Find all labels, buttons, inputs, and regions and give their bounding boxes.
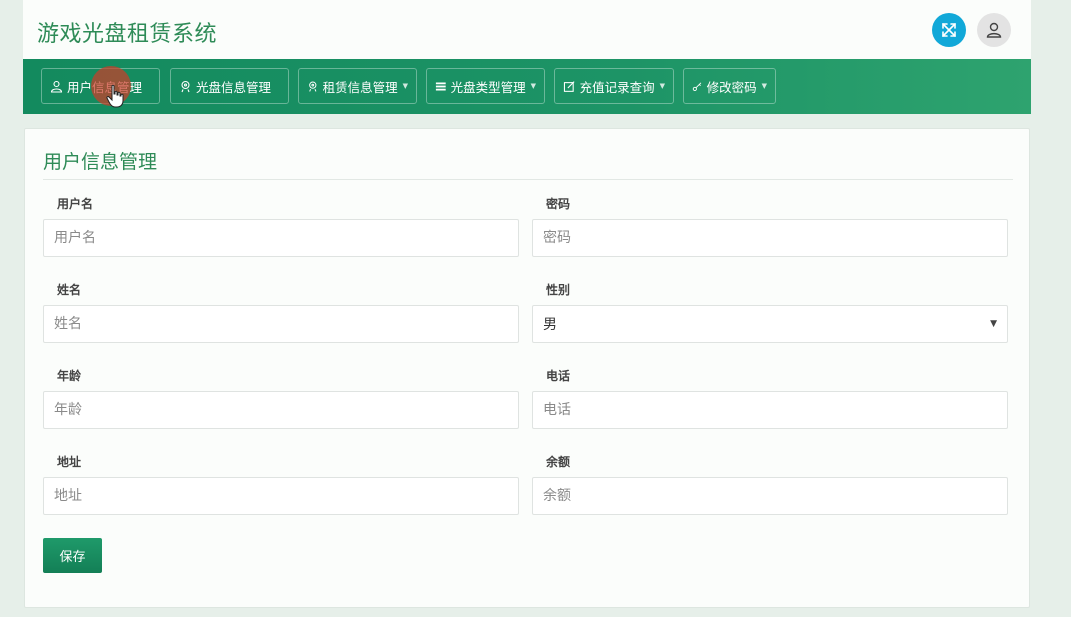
nav-item-label: 充值记录查询 bbox=[579, 79, 655, 95]
address-label: 地址 bbox=[57, 455, 82, 469]
username-input[interactable] bbox=[43, 219, 519, 257]
name-input[interactable] bbox=[43, 305, 519, 343]
key-icon bbox=[692, 82, 702, 91]
chevron-down-icon: ▼ bbox=[659, 82, 665, 90]
app-shell: 游戏光盘租赁系统 用户信息管理 bbox=[23, 0, 1031, 617]
balance-input[interactable] bbox=[532, 477, 1008, 515]
age-input[interactable] bbox=[43, 391, 519, 429]
balance-label: 余额 bbox=[546, 455, 571, 469]
password-label: 密码 bbox=[546, 197, 571, 211]
nav-item-recharge-records[interactable]: 充值记录查询 ▼ bbox=[554, 68, 674, 104]
address-input[interactable] bbox=[43, 477, 519, 515]
nav-item-label: 租赁信息管理 bbox=[322, 79, 398, 95]
disc-icon bbox=[309, 81, 317, 92]
chevron-down-icon: ▼ bbox=[402, 82, 408, 90]
top-bar: 游戏光盘租赁系统 bbox=[23, 0, 1031, 59]
chevron-down-icon: ▼ bbox=[530, 82, 536, 90]
chevron-down-icon: ▼ bbox=[990, 319, 997, 329]
edit-icon bbox=[563, 80, 575, 92]
nav-item-label: 修改密码 bbox=[706, 79, 757, 95]
nav-item-disc-info[interactable]: 光盘信息管理 bbox=[170, 68, 289, 104]
password-input[interactable] bbox=[532, 219, 1008, 257]
phone-input[interactable] bbox=[532, 391, 1008, 429]
title-divider bbox=[43, 179, 1013, 180]
age-label: 年龄 bbox=[57, 369, 82, 383]
chevron-down-icon: ▼ bbox=[761, 82, 767, 90]
main-nav: 用户信息管理 光盘信息管理 租赁信息管理 ▼ 光盘类型管理 ▼ bbox=[23, 59, 1031, 114]
user-info-card: 用户信息管理 用户名 密码 姓名 性别 男 ▼ 年龄 电话 地址 余额 保存 bbox=[24, 128, 1030, 608]
nav-item-label: 光盘类型管理 bbox=[450, 79, 526, 95]
phone-label: 电话 bbox=[546, 369, 571, 383]
disc-icon bbox=[181, 80, 190, 92]
user-icon bbox=[50, 80, 63, 93]
nav-item-rental-info[interactable]: 租赁信息管理 ▼ bbox=[298, 68, 417, 104]
name-label: 姓名 bbox=[57, 283, 82, 297]
user-icon bbox=[986, 22, 1002, 38]
gender-label: 性别 bbox=[546, 283, 571, 297]
gender-selected-value: 男 bbox=[543, 317, 557, 333]
hand-cursor-icon bbox=[106, 84, 124, 108]
fullscreen-icon bbox=[942, 23, 956, 37]
fullscreen-button[interactable] bbox=[932, 13, 966, 47]
gender-select[interactable]: 男 ▼ bbox=[532, 305, 1008, 343]
nav-item-disc-type[interactable]: 光盘类型管理 ▼ bbox=[426, 68, 545, 104]
username-label: 用户名 bbox=[57, 197, 94, 211]
save-button[interactable]: 保存 bbox=[43, 538, 102, 573]
app-title: 游戏光盘租赁系统 bbox=[37, 22, 218, 47]
user-menu-button[interactable] bbox=[977, 13, 1011, 47]
page-title: 用户信息管理 bbox=[43, 151, 158, 173]
nav-item-change-password[interactable]: 修改密码 ▼ bbox=[683, 68, 776, 104]
list-icon bbox=[435, 81, 446, 91]
nav-item-label: 光盘信息管理 bbox=[196, 79, 272, 95]
